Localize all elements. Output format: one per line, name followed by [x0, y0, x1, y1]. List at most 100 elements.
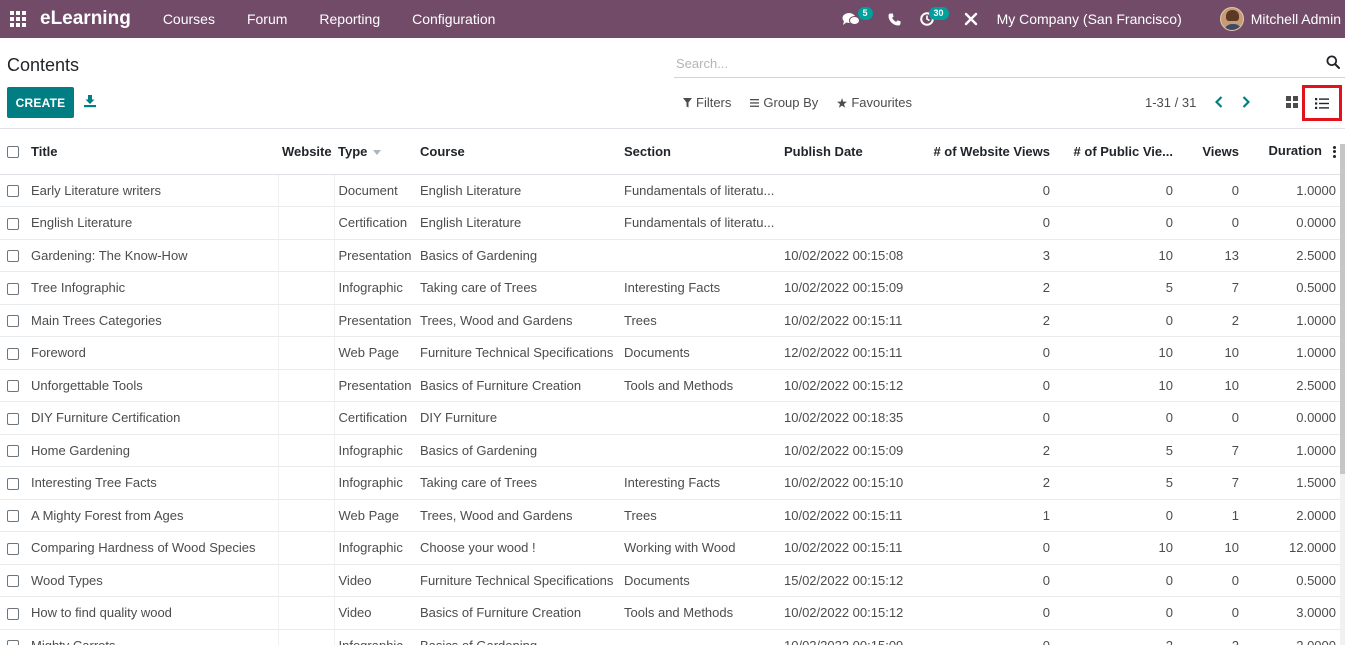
cell-duration: 2.0000 [1243, 499, 1340, 532]
pager-next-button[interactable] [1239, 94, 1253, 110]
column-publish-date[interactable]: Publish Date [780, 129, 920, 175]
column-type-label: Type [338, 143, 368, 159]
table-row[interactable]: Foreword Web Page Furniture Technical Spec… [0, 336, 1340, 370]
row-checkbox[interactable] [0, 174, 27, 207]
scrollbar[interactable] [1340, 144, 1345, 645]
cell-title: Interesting Tree Facts [27, 466, 278, 500]
checkbox[interactable] [7, 380, 19, 393]
create-button[interactable]: CREATE [7, 87, 74, 118]
table-row[interactable]: Early Literature writers Document English … [0, 174, 1340, 207]
cell-course: Furniture Technical Specifications [416, 564, 620, 597]
column-duration[interactable]: Duration [1243, 129, 1340, 175]
checkbox[interactable] [7, 575, 19, 588]
row-checkbox[interactable] [0, 239, 27, 272]
messages-badge: 5 [857, 7, 873, 20]
table-row[interactable]: Mighty Carrots InfographicBasics of Garde… [0, 629, 1340, 645]
debug-tools-button[interactable] [961, 0, 981, 38]
menu-forum[interactable]: Forum [231, 11, 303, 27]
app-brand[interactable]: eLearning [40, 8, 131, 30]
filters-button[interactable]: Filters [683, 95, 731, 110]
download-icon[interactable] [83, 94, 97, 108]
row-checkbox[interactable] [0, 629, 27, 645]
row-checkbox[interactable] [0, 499, 27, 532]
voip-button[interactable] [885, 0, 905, 38]
cell-course: Basics of Gardening [416, 629, 620, 645]
activity-menu[interactable]: 30 [917, 0, 949, 38]
search-icon[interactable] [1326, 55, 1340, 69]
table-row[interactable]: Home Gardening Infographic Basics of Garde… [0, 434, 1340, 467]
checkbox[interactable] [7, 477, 19, 490]
pager-previous-button[interactable] [1212, 94, 1226, 110]
row-checkbox[interactable] [0, 206, 27, 240]
checkbox[interactable] [7, 640, 19, 645]
table-row[interactable]: Unforgettable Tools Presentation Basics of… [0, 369, 1340, 402]
table-row[interactable]: DIY Furniture Certification Certification… [0, 401, 1340, 435]
column-section[interactable]: Section [620, 129, 780, 175]
cell-website [277, 401, 335, 435]
checkbox[interactable] [7, 217, 19, 230]
table-row[interactable]: Tree Infographic Infographic Taking care o… [0, 271, 1340, 305]
column-views[interactable]: Views [1177, 129, 1243, 175]
row-checkbox[interactable] [0, 531, 27, 565]
column-course[interactable]: Course [416, 129, 620, 175]
row-checkbox[interactable] [0, 336, 27, 370]
cell-title: Gardening: The Know-How [27, 239, 278, 272]
table-row[interactable]: A Mighty Forest from Ages Web Page Trees, … [0, 499, 1340, 532]
checkbox[interactable] [7, 510, 19, 523]
group-by-button[interactable]: Group By [750, 95, 818, 110]
page-title: Contents [7, 55, 80, 75]
menu-reporting[interactable]: Reporting [303, 11, 396, 27]
checkbox[interactable] [7, 445, 19, 458]
row-checkbox[interactable] [0, 304, 27, 337]
row-checkbox[interactable] [0, 564, 27, 597]
checkbox[interactable] [7, 282, 19, 295]
checkbox[interactable] [7, 347, 19, 360]
optional-columns-icon[interactable] [1333, 144, 1336, 159]
company-switcher[interactable]: My Company (San Francisco) [997, 11, 1182, 27]
column-title[interactable]: Title [27, 129, 278, 175]
user-menu[interactable]: Mitchell Admin [1251, 11, 1341, 27]
column-public-views[interactable]: # of Public Vie... [1054, 129, 1177, 175]
row-checkbox[interactable] [0, 466, 27, 500]
search-input[interactable] [674, 50, 1314, 76]
messaging-menu[interactable]: 5 [841, 0, 873, 38]
list-view-button[interactable] [1302, 85, 1342, 121]
kanban-view-button[interactable] [1283, 93, 1301, 111]
cell-title: Early Literature writers [27, 174, 278, 207]
cell-duration: 1.5000 [1243, 466, 1340, 500]
scrollbar-thumb[interactable] [1340, 144, 1345, 474]
column-website[interactable]: Website [278, 129, 334, 175]
checkbox[interactable] [7, 250, 19, 263]
tools-icon [964, 12, 977, 26]
table-row[interactable]: Wood Types Video Furniture Technical Speci… [0, 564, 1340, 597]
row-checkbox[interactable] [0, 434, 27, 467]
chat-icon [842, 12, 860, 25]
user-avatar[interactable] [1219, 7, 1244, 31]
pager-value[interactable]: 1-31 / 31 [1145, 95, 1196, 110]
table-row[interactable]: How to find quality wood Video Basics of F… [0, 596, 1340, 630]
favourites-button[interactable]: Favourites [837, 95, 912, 110]
select-all-checkbox[interactable] [0, 129, 27, 175]
table-row[interactable]: Gardening: The Know-How Presentation Basic… [0, 239, 1340, 272]
column-website-views[interactable]: # of Website Views [920, 129, 1054, 175]
row-checkbox[interactable] [0, 369, 27, 402]
checkbox[interactable] [7, 542, 19, 555]
app-menu-button[interactable] [3, 0, 33, 38]
column-type[interactable]: Type [334, 129, 416, 175]
row-checkbox[interactable] [0, 401, 27, 435]
checkbox[interactable] [7, 315, 19, 328]
table-row[interactable]: Main Trees Categories Presentation Trees, … [0, 304, 1340, 337]
menu-configuration[interactable]: Configuration [396, 11, 511, 27]
table-row[interactable]: Comparing Hardness of Wood Species Infogr… [0, 531, 1340, 565]
row-checkbox[interactable] [0, 271, 27, 305]
checkbox[interactable] [7, 607, 19, 620]
cell-course: DIY Furniture [416, 401, 620, 435]
table-row[interactable]: English Literature Certification English L… [0, 206, 1340, 240]
menu-courses[interactable]: Courses [147, 11, 231, 27]
table-row[interactable]: Interesting Tree Facts Infographic Taking … [0, 466, 1340, 500]
group-by-label: Group By [763, 95, 819, 110]
checkbox[interactable] [7, 185, 19, 198]
checkbox[interactable] [7, 412, 19, 425]
row-checkbox[interactable] [0, 596, 27, 630]
cell-title: Wood Types [27, 564, 278, 597]
